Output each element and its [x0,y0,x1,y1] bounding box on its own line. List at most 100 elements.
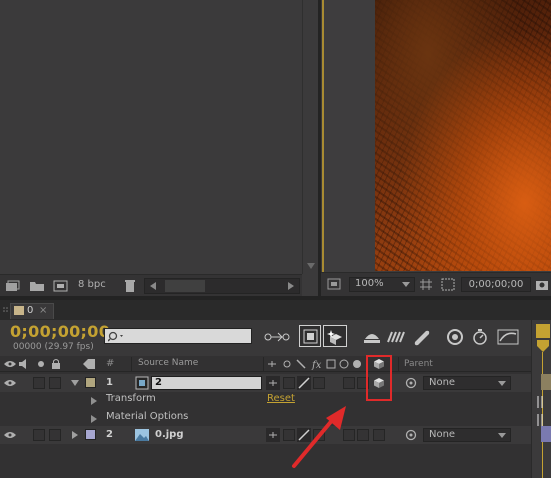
layer-solo-switch[interactable] [33,377,45,389]
layer-index: 1 [106,377,113,388]
bpc-label[interactable]: 8 bpc [78,279,106,290]
scroll-left-arrow-icon[interactable] [150,282,156,290]
zoom-dropdown[interactable]: 100% [349,277,415,292]
comp-swatch-icon [14,306,24,315]
scroll-thumb[interactable] [165,280,205,292]
auto-keyframe-icon[interactable] [445,328,465,346]
motion-blur-icon[interactable] [386,329,408,345]
material-options-label: Material Options [106,411,189,422]
comp-timecode[interactable]: 0;00;00;00 [461,277,531,292]
project-hscrollbar[interactable] [144,278,300,294]
effect-switch[interactable] [313,377,325,389]
trash-icon[interactable] [124,279,136,293]
red-arrow-annotation [292,406,346,468]
layer-solo-switch[interactable] [33,429,45,441]
parent-dropdown[interactable]: None [423,376,511,390]
new-folder-icon[interactable] [29,280,45,292]
layer-label-color-swatch[interactable] [85,377,96,388]
layer-1-bar[interactable] [541,374,551,390]
column-parent[interactable]: Parent [404,359,433,369]
layer-2-bar[interactable] [541,426,551,442]
project-panel [0,0,318,296]
layer-row[interactable]: 1 2 None [0,374,531,392]
draft-3d-icon [303,329,318,344]
scroll-right-arrow-icon[interactable] [288,282,294,290]
expand-triangle-right-icon[interactable] [91,397,97,405]
pick-whip-icon[interactable] [405,429,417,441]
layer-search-input[interactable] [104,328,252,344]
composition-layer-icon [135,376,149,390]
keyframe-bracket-icon [537,414,543,426]
image-file-icon [135,429,149,441]
timeline-tab[interactable]: 0 × [10,303,54,319]
layer-visibility-eye-icon[interactable] [4,431,16,439]
expand-triangle-right-icon[interactable] [72,431,78,439]
interpret-footage-icon[interactable] [5,280,21,292]
brainstorm-icon[interactable] [412,328,432,346]
keyframe-bracket-icon [537,396,543,408]
quality-switch-icon[interactable] [297,376,311,390]
shy-switch-icon[interactable] [266,428,280,442]
label-color-fill [86,378,95,387]
layer-row[interactable]: 2 0.jpg None [0,426,531,444]
timeline-layers: 1 2 None Transform Reset Material Option… [0,372,551,478]
layer-name[interactable]: 0.jpg [155,429,184,440]
column-index: # [106,358,115,369]
audio-speaker-icon[interactable] [18,359,30,369]
composition-footer: 100% 0;00;00;00 [321,272,551,296]
chevron-down-icon [498,433,506,438]
highlight-box [366,355,392,401]
layer-label-color-swatch[interactable] [85,429,96,440]
cube-sparkle-icon [327,330,342,345]
time-graph-area[interactable] [531,320,551,478]
parent-dropdown[interactable]: None [423,428,511,442]
expand-triangle-right-icon[interactable] [91,415,97,423]
panel-grip-icon[interactable] [3,307,9,313]
chevron-down-icon [498,381,506,386]
project-footer: 8 bpc [0,274,302,296]
toggle-mask-icon[interactable] [441,278,455,291]
lock-icon[interactable] [51,358,61,369]
column-source-name[interactable]: Source Name [138,358,198,368]
work-area-start-marker[interactable] [536,324,550,338]
composition-image [375,0,551,271]
current-time-display[interactable]: 0;00;00;00 [10,322,110,341]
transform-label: Transform [106,393,156,404]
snapshot-camera-icon[interactable] [535,278,549,291]
scroll-down-arrow-icon[interactable] [307,263,315,269]
layer-visibility-eye-icon[interactable] [4,379,16,387]
grid-guide-icon[interactable] [419,278,433,291]
current-time-indicator-icon[interactable] [537,340,549,352]
layer-lock-switch[interactable] [49,429,61,441]
parent-value: None [429,377,456,388]
property-row-transform[interactable]: Transform Reset [0,392,531,410]
solo-dot-icon[interactable] [37,360,45,368]
layer-index: 2 [106,429,113,440]
zoom-value: 100% [355,278,384,289]
reset-link[interactable]: Reset [267,393,295,404]
frame-blending-icon[interactable] [362,329,382,345]
graph-editor-icon[interactable] [497,329,519,345]
parent-value: None [429,429,456,440]
label-tag-icon[interactable] [82,358,96,370]
3d-layer-switch[interactable] [373,429,385,441]
eye-icon[interactable] [4,359,16,369]
draft-3d-button[interactable] [299,325,321,347]
layer-lock-switch[interactable] [49,377,61,389]
pick-whip-icon[interactable] [405,377,417,389]
close-icon[interactable]: × [39,305,47,316]
shy-switch-icon[interactable] [266,376,280,390]
always-preview-icon[interactable] [327,278,341,291]
expand-triangle-down-icon[interactable] [71,380,79,386]
label-color-fill [86,430,95,439]
stopwatch-icon[interactable] [471,328,489,346]
collapse-switch[interactable] [283,377,295,389]
comp-mini-flowchart-icon[interactable] [264,329,290,345]
layer-name-field[interactable]: 2 [151,376,262,390]
new-composition-icon[interactable] [53,279,69,293]
shy-layers-button[interactable] [323,325,347,347]
timeline-header: 0;00;00;00 00000 (29.97 fps) [0,320,551,356]
motion-blur-switch[interactable] [357,429,369,441]
frame-blend-switch[interactable] [343,377,355,389]
project-scrollbar[interactable] [302,0,318,274]
